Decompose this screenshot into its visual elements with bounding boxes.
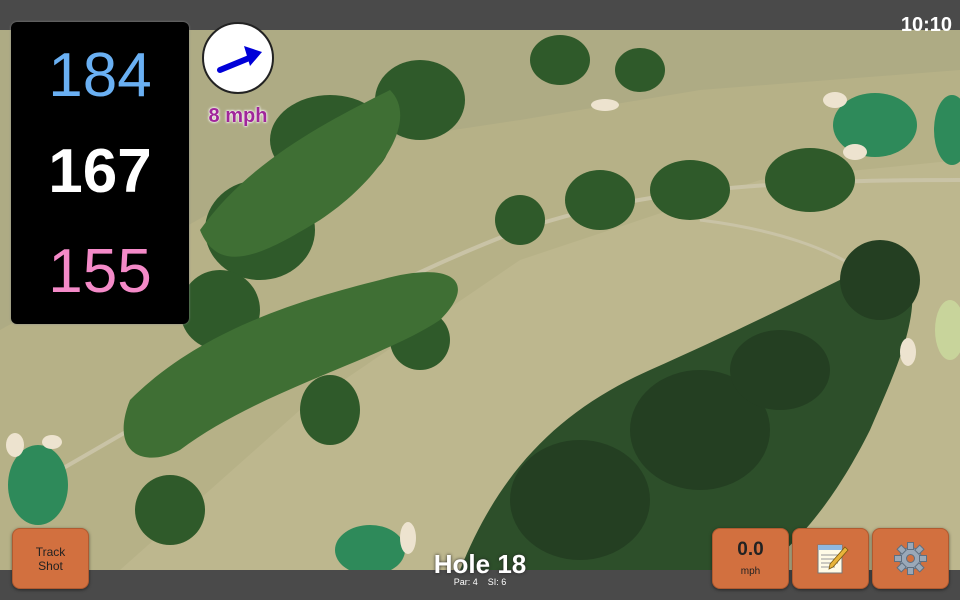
settings-button[interactable] <box>872 528 949 589</box>
notes-button[interactable] <box>792 528 869 589</box>
yardage-panel: 184 167 155 <box>11 22 189 324</box>
back-distance: 184 <box>48 41 152 110</box>
speed-button[interactable]: 0.0 mph <box>712 528 789 589</box>
hole-par: Par: 4 <box>453 577 478 587</box>
speed-unit: mph <box>740 566 761 577</box>
clock: 10:10 <box>900 14 952 36</box>
track-shot-label: Track Shot <box>35 545 66 573</box>
center-distance: 167 <box>48 137 152 206</box>
hole-info: Par: 4 SI: 6 <box>380 577 580 587</box>
hole-title: Hole 18 <box>433 549 527 579</box>
wind-indicator[interactable] <box>202 22 274 94</box>
notepad-icon <box>817 544 849 574</box>
gear-icon <box>894 542 927 575</box>
front-distance: 155 <box>48 237 152 306</box>
hole-si: SI: 6 <box>487 577 507 587</box>
arrow-icon <box>217 46 262 73</box>
speed-value: 0.0 <box>737 539 764 560</box>
track-shot-button[interactable]: Track Shot <box>12 528 89 589</box>
wind-speed-label: 8 mph <box>208 105 268 127</box>
